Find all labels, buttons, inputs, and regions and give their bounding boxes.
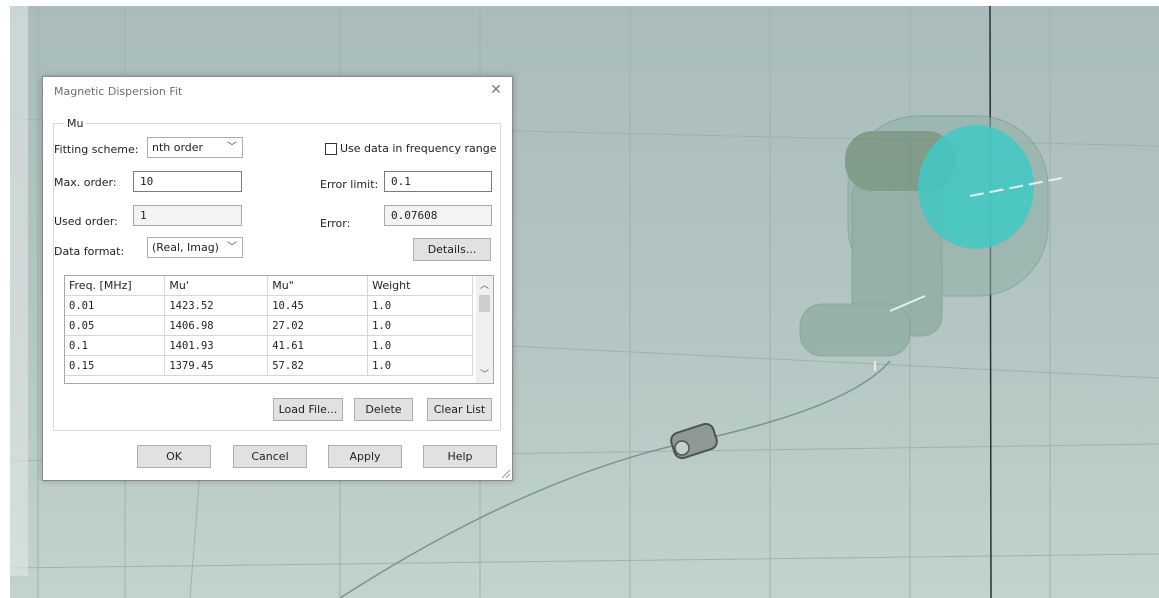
use-data-range-label: Use data in frequency range bbox=[340, 142, 497, 155]
error-label: Error: bbox=[320, 217, 351, 230]
column-header[interactable]: Mu' bbox=[164, 276, 269, 296]
table-cell[interactable]: 1.0 bbox=[367, 355, 473, 376]
table-row[interactable]: 0.1 1401.93 41.61 1.0 bbox=[65, 335, 473, 356]
table-cell[interactable]: 1406.98 bbox=[164, 315, 269, 336]
apply-button[interactable]: Apply bbox=[328, 445, 402, 468]
table-cell[interactable]: 0.05 bbox=[65, 315, 166, 336]
details-button[interactable]: Details... bbox=[413, 238, 491, 261]
table-row[interactable]: 0.01 1423.52 10.45 1.0 bbox=[65, 295, 473, 316]
resize-grip-icon[interactable] bbox=[499, 467, 511, 479]
table-scrollbar[interactable]: ︿ ﹀ bbox=[476, 276, 493, 383]
table-cell[interactable]: 0.01 bbox=[65, 295, 166, 316]
scrollbar-thumb[interactable] bbox=[479, 295, 490, 312]
scroll-down-icon[interactable]: ﹀ bbox=[476, 367, 493, 383]
table-cell[interactable]: 0.1 bbox=[65, 335, 166, 356]
table-header-row: Freq. [MHz] Mu' Mu" Weight bbox=[65, 276, 473, 296]
table-cell[interactable]: 1401.93 bbox=[164, 335, 269, 356]
table-cell[interactable]: 27.02 bbox=[267, 315, 369, 336]
table-cell[interactable]: 57.82 bbox=[267, 355, 369, 376]
fitting-scheme-value: nth order bbox=[152, 141, 204, 154]
table-cell[interactable]: 10.45 bbox=[267, 295, 369, 316]
chevron-down-icon: ﹀ bbox=[227, 242, 237, 253]
table-cell[interactable]: 1.0 bbox=[367, 335, 473, 356]
data-format-select[interactable]: (Real, Imag) ﹀ bbox=[147, 237, 243, 258]
table-cell[interactable]: 1423.52 bbox=[164, 295, 269, 316]
error-limit-label: Error limit: bbox=[320, 178, 379, 191]
fitting-scheme-select[interactable]: nth order ﹀ bbox=[147, 137, 243, 158]
frequency-data-table[interactable]: Freq. [MHz] Mu' Mu" Weight 0.01 1423.52 … bbox=[64, 275, 494, 384]
column-header[interactable]: Freq. [MHz] bbox=[65, 276, 166, 296]
chevron-down-icon: ﹀ bbox=[227, 142, 237, 153]
cancel-button[interactable]: Cancel bbox=[233, 445, 307, 468]
error-field: 0.07608 bbox=[384, 205, 492, 226]
help-button[interactable]: Help bbox=[423, 445, 497, 468]
fitting-scheme-label: Fitting scheme: bbox=[54, 143, 139, 156]
table-row[interactable]: 0.15 1379.45 57.82 1.0 bbox=[65, 355, 473, 376]
table-cell[interactable]: 41.61 bbox=[267, 335, 369, 356]
table-cell[interactable]: 1.0 bbox=[367, 315, 473, 336]
use-data-range-checkbox[interactable] bbox=[325, 143, 337, 155]
load-file-button[interactable]: Load File... bbox=[273, 398, 343, 421]
table-row[interactable]: 0.05 1406.98 27.02 1.0 bbox=[65, 315, 473, 336]
close-icon[interactable]: ✕ bbox=[488, 82, 504, 98]
table-cell[interactable]: 1.0 bbox=[367, 295, 473, 316]
used-order-field: 1 bbox=[133, 205, 242, 226]
data-format-label: Data format: bbox=[54, 245, 125, 258]
scroll-up-icon[interactable]: ︿ bbox=[476, 278, 493, 294]
column-header[interactable]: Weight bbox=[367, 276, 473, 296]
clear-list-button[interactable]: Clear List bbox=[427, 398, 492, 421]
column-header[interactable]: Mu" bbox=[267, 276, 369, 296]
error-limit-input[interactable]: 0.1 bbox=[384, 171, 492, 192]
delete-button[interactable]: Delete bbox=[354, 398, 413, 421]
max-order-input[interactable]: 10 bbox=[133, 171, 242, 192]
connector-part bbox=[670, 422, 718, 460]
mu-group-label: Mu bbox=[64, 117, 87, 130]
table-cell[interactable]: 0.15 bbox=[65, 355, 166, 376]
max-order-label: Max. order: bbox=[54, 176, 117, 189]
data-format-value: (Real, Imag) bbox=[152, 241, 219, 254]
ok-button[interactable]: OK bbox=[137, 445, 211, 468]
used-order-label: Used order: bbox=[54, 215, 118, 228]
table-cell[interactable]: 1379.45 bbox=[164, 355, 269, 376]
dialog-title: Magnetic Dispersion Fit bbox=[54, 85, 183, 98]
